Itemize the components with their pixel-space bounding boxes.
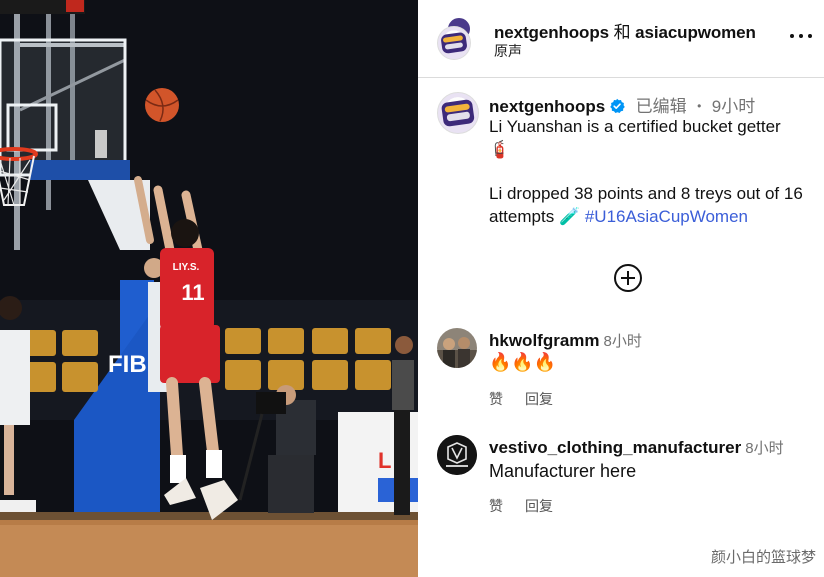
caption-line-1: Li Yuanshan is a certified bucket getter xyxy=(489,117,781,136)
ad-board-text: L xyxy=(378,448,391,473)
more-horizontal-icon xyxy=(790,34,794,38)
comment-avatar[interactable] xyxy=(437,328,477,368)
owner-avatar[interactable] xyxy=(437,26,471,60)
owner-username[interactable]: nextgenhoops xyxy=(494,23,609,42)
comment-username: hkwolfgramm 8小时 xyxy=(489,330,642,351)
edited-label: 已编辑 xyxy=(635,97,687,116)
owner-joiner: 和 xyxy=(613,23,631,42)
comment-actions: 赞 回复 xyxy=(489,496,575,516)
comment-actions: 赞 回复 xyxy=(489,389,575,409)
caption-emoji-1: 🧯 xyxy=(489,139,511,159)
comment-author[interactable]: vestivo_clothing_manufacturer xyxy=(489,438,741,457)
caption-author-avatar[interactable] xyxy=(437,92,479,134)
plus-circle-icon[interactable] xyxy=(613,263,643,293)
collaborator-username[interactable]: asiacupwomen xyxy=(635,23,756,42)
avatar-image xyxy=(437,328,477,368)
like-comment-button[interactable]: 赞 xyxy=(489,498,503,514)
comment-time: 8小时 xyxy=(603,333,642,350)
reply-comment-button[interactable]: 回复 xyxy=(525,391,553,407)
like-comment-button[interactable]: 赞 xyxy=(489,391,503,407)
jersey-name: LIY.S. xyxy=(173,262,200,273)
post-time[interactable]: 9小时 xyxy=(712,97,755,116)
audio-link[interactable]: 原声 xyxy=(494,41,522,61)
more-dot xyxy=(799,34,803,38)
jersey-number: 11 xyxy=(181,280,204,305)
comment-avatar[interactable] xyxy=(437,435,477,475)
caption-emoji-2: 🧪 xyxy=(558,206,581,226)
fiba-banner-text: FIB xyxy=(108,351,147,378)
watermark: 颜小白的篮球梦 xyxy=(710,549,816,566)
video-player[interactable]: FIB L LIY.S. 11 xyxy=(0,0,418,577)
brand-logo-icon xyxy=(437,435,477,475)
comment-text: 🔥🔥🔥 xyxy=(489,352,557,372)
post-caption: Li Yuanshan is a certified bucket getter… xyxy=(489,116,819,228)
comment-text: Manufacturer here xyxy=(489,461,637,481)
more-dot xyxy=(808,34,812,38)
reply-comment-button[interactable]: 回复 xyxy=(525,498,553,514)
video-frame: FIB L LIY.S. 11 xyxy=(0,0,418,577)
caption-username[interactable]: nextgenhoops xyxy=(489,97,605,116)
comment-username: vestivo_clothing_manufacturer 8小时 xyxy=(489,437,784,458)
caption-header: nextgenhoops 已编辑 • 9小时 xyxy=(489,92,819,117)
post-owners: nextgenhoops 和 asiacupwomen xyxy=(494,18,756,43)
more-options-button[interactable] xyxy=(790,24,814,48)
meta-separator: • xyxy=(697,99,702,113)
verified-badge-icon xyxy=(610,98,625,113)
comment-time: 8小时 xyxy=(745,440,784,457)
hashtag-link[interactable]: #U16AsiaCupWomen xyxy=(585,207,748,226)
comment-author[interactable]: hkwolfgramm xyxy=(489,331,600,350)
